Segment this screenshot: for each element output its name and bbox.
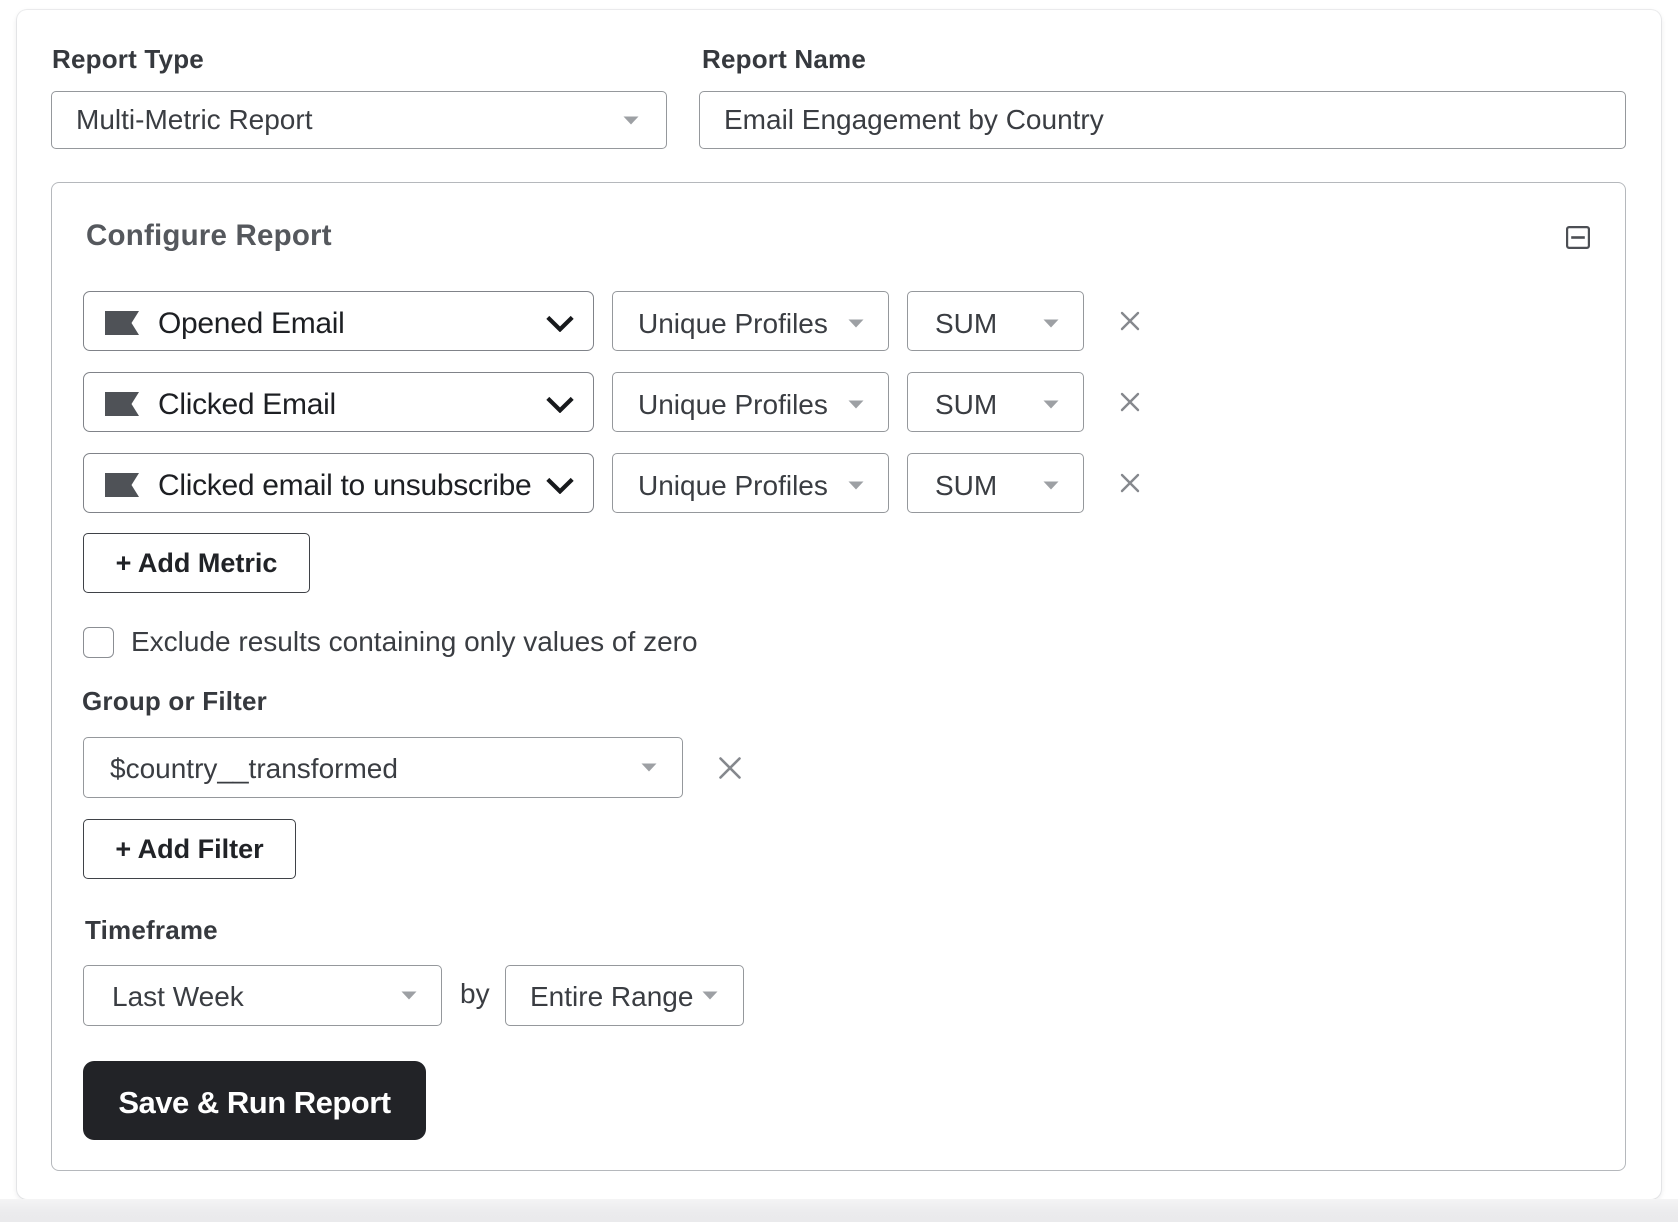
- chevron-down-icon: [401, 991, 417, 1000]
- exclude-zero-label: Exclude results containing only values o…: [131, 626, 698, 657]
- metric-flag-icon: [105, 311, 139, 335]
- aggregation-value: SUM: [935, 389, 998, 420]
- chevron-down-icon: [1043, 319, 1059, 328]
- metric-flag-icon: [105, 392, 139, 416]
- aggregation-value: SUM: [935, 470, 998, 501]
- exclude-zero-row[interactable]: Exclude results containing only values o…: [83, 626, 698, 658]
- chevron-down-icon: [848, 481, 864, 490]
- add-metric-button[interactable]: + Add Metric: [83, 533, 310, 593]
- chevron-down-icon: [641, 763, 657, 772]
- timeframe-select[interactable]: Last Week: [83, 965, 442, 1026]
- chevron-down-icon: [1043, 481, 1059, 490]
- group-or-filter-select[interactable]: $country__transformed: [83, 737, 683, 798]
- by-label: by: [460, 978, 490, 1009]
- collapse-panel-button[interactable]: [1566, 226, 1590, 249]
- chevron-down-icon: [848, 400, 864, 409]
- aggregation-select[interactable]: SUM: [907, 453, 1084, 513]
- report-name-label: Report Name: [702, 44, 867, 74]
- metric-name: Opened Email: [158, 306, 345, 340]
- interval-select[interactable]: Entire Range: [505, 965, 744, 1026]
- interval-value: Entire Range: [530, 980, 694, 1012]
- metric-select[interactable]: Opened Email: [83, 291, 594, 351]
- x-icon: [1120, 392, 1140, 412]
- metric-name: Clicked Email: [158, 387, 336, 421]
- metric-select[interactable]: Clicked Email: [83, 372, 594, 432]
- remove-metric-button[interactable]: [1120, 311, 1140, 331]
- configure-report-title: Configure Report: [86, 219, 332, 252]
- group-or-filter-value: $country__transformed: [110, 752, 398, 784]
- metric-select[interactable]: Clicked email to unsubscribe: [83, 453, 594, 513]
- x-icon: [1120, 311, 1140, 331]
- chevron-down-icon: [546, 477, 574, 494]
- report-type-label: Report Type: [52, 44, 204, 74]
- measurement-select[interactable]: Unique Profiles: [612, 291, 889, 351]
- remove-metric-button[interactable]: [1120, 473, 1140, 493]
- configure-report-panel: Configure Report Opened Email Unique Pro…: [51, 182, 1626, 1171]
- report-type-select[interactable]: Multi-Metric Report: [51, 91, 667, 149]
- chevron-down-icon: [546, 315, 574, 332]
- metric-name: Clicked email to unsubscribe: [158, 468, 532, 502]
- measurement-select[interactable]: Unique Profiles: [612, 453, 889, 513]
- x-icon: [719, 757, 741, 779]
- x-icon: [1120, 473, 1140, 493]
- metric-flag-icon: [105, 473, 139, 497]
- exclude-zero-checkbox[interactable]: [83, 626, 114, 658]
- report-name-input[interactable]: [699, 91, 1626, 149]
- chevron-down-icon: [1043, 400, 1059, 409]
- measurement-select[interactable]: Unique Profiles: [612, 372, 889, 432]
- group-or-filter-label: Group or Filter: [82, 686, 267, 716]
- aggregation-select[interactable]: SUM: [907, 291, 1084, 351]
- timeframe-label: Timeframe: [85, 915, 218, 945]
- timeframe-value: Last Week: [112, 980, 244, 1012]
- remove-metric-button[interactable]: [1120, 392, 1140, 412]
- save-run-report-button[interactable]: Save & Run Report: [83, 1061, 426, 1140]
- measurement-value: Unique Profiles: [638, 389, 828, 420]
- measurement-value: Unique Profiles: [638, 470, 828, 501]
- chevron-down-icon: [702, 991, 718, 1000]
- page-background-band: [0, 1199, 1678, 1222]
- chevron-down-icon: [848, 319, 864, 328]
- chevron-down-icon: [546, 396, 574, 413]
- measurement-value: Unique Profiles: [638, 308, 828, 339]
- chevron-down-icon: [623, 116, 639, 125]
- report-type-value: Multi-Metric Report: [76, 104, 313, 135]
- add-filter-button[interactable]: + Add Filter: [83, 819, 296, 879]
- aggregation-select[interactable]: SUM: [907, 372, 1084, 432]
- remove-filter-button[interactable]: [718, 756, 742, 780]
- report-builder-card: Report Type Multi-Metric Report Report N…: [17, 10, 1661, 1199]
- minus-square-icon: [1566, 226, 1590, 249]
- aggregation-value: SUM: [935, 308, 998, 339]
